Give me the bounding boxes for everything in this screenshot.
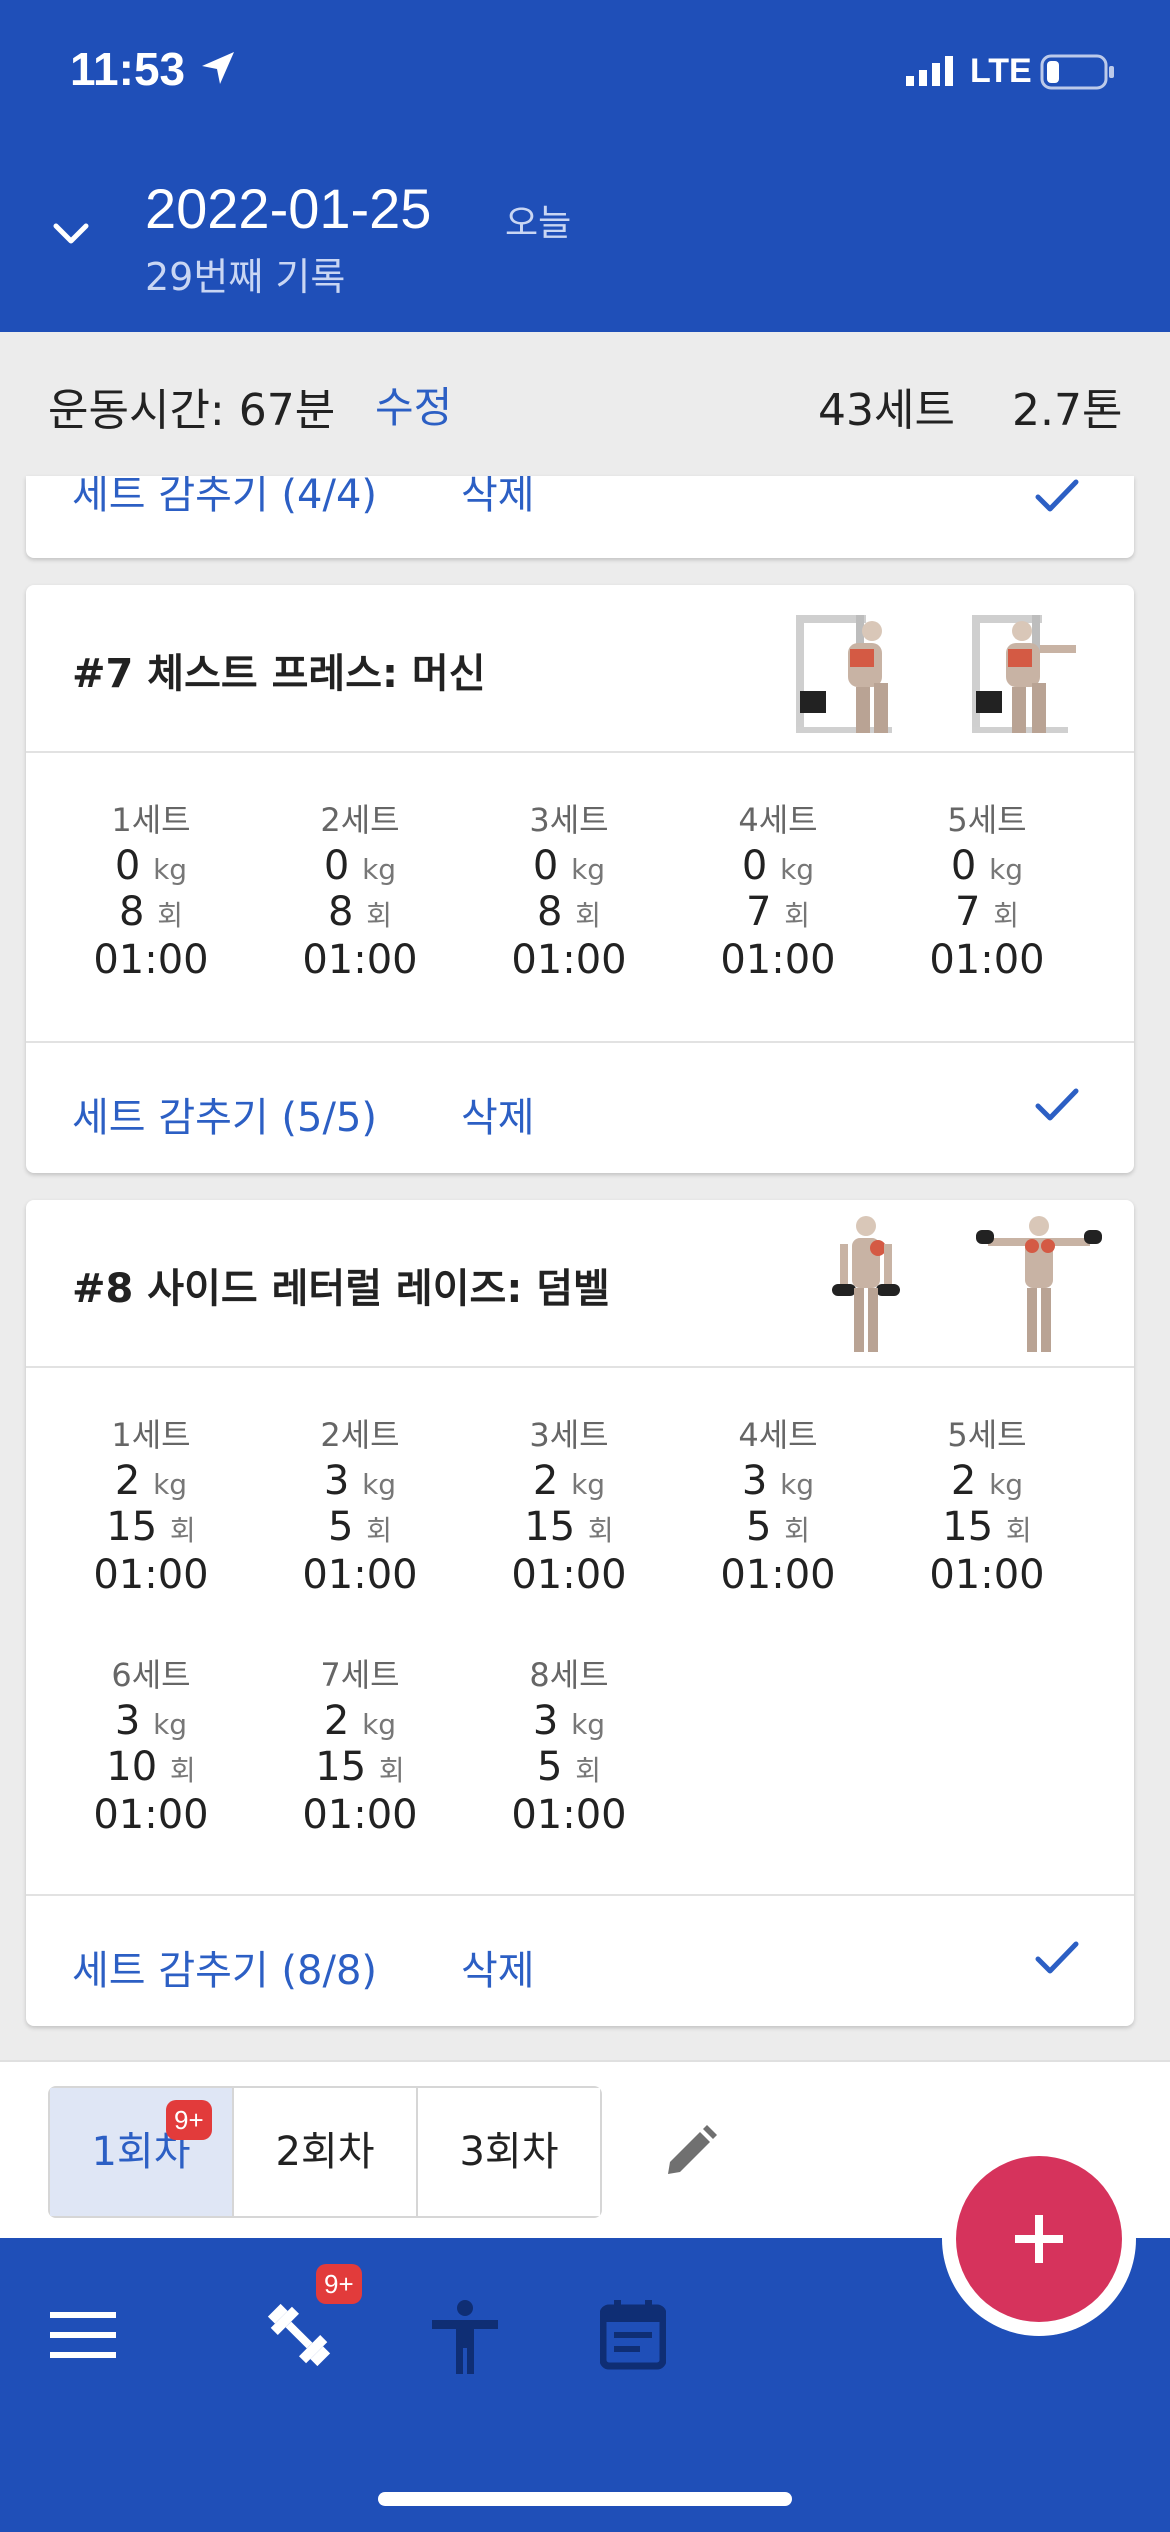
dumbbell-icon[interactable] bbox=[260, 2296, 338, 2374]
exercise-card-6: 세트 감추기 (4/4) 삭제 bbox=[26, 476, 1134, 558]
session-tab-3[interactable]: 3회차 bbox=[418, 2088, 600, 2216]
plus-icon bbox=[1015, 2215, 1063, 2263]
card-footer: 세트 감추기 (8/8) 삭제 bbox=[26, 1894, 1134, 2026]
edit-duration-button[interactable]: 수정 bbox=[375, 374, 452, 435]
check-icon[interactable] bbox=[1034, 1085, 1080, 1125]
status-time: 11:53 bbox=[70, 43, 186, 95]
card-header[interactable]: #7 체스트 프레스: 머신 bbox=[26, 585, 1134, 753]
set-cell[interactable]: 5세트 0 kg 7 회 01:00 bbox=[882, 797, 1092, 985]
status-bar: 11:53 LTE bbox=[0, 0, 1170, 150]
set-cell[interactable]: 3세트 2 kg 15 회 01:00 bbox=[464, 1412, 674, 1600]
total-sets: 43세트 bbox=[818, 385, 955, 436]
card-header[interactable]: #8 사이드 레터럴 레이즈: 덤벨 bbox=[26, 1200, 1134, 1368]
set-cell[interactable]: 5세트 2 kg 15 회 01:00 bbox=[882, 1412, 1092, 1600]
calendar-icon[interactable] bbox=[600, 2298, 666, 2370]
session-tab-1[interactable]: 1회차 9+ bbox=[50, 2088, 234, 2216]
set-cell[interactable]: 7세트 2 kg 15 회 01:00 bbox=[255, 1652, 465, 1840]
set-cell[interactable]: 1세트 2 kg 15 회 01:00 bbox=[46, 1412, 256, 1600]
exercise-thumbnail-start bbox=[832, 1216, 900, 1352]
hide-sets-button[interactable]: 세트 감추기 (5/5) bbox=[72, 1085, 377, 1143]
nav-badge: 9+ bbox=[316, 2264, 362, 2304]
exercise-card-8: #8 사이드 레터럴 레이즈: 덤벨 1세트 2 kg 15 회 01:00 2… bbox=[26, 1200, 1134, 2026]
record-count: 29번째 기록 bbox=[145, 255, 346, 299]
exercise-title: #7 체스트 프레스: 머신 bbox=[72, 651, 486, 697]
exercise-card-7: #7 체스트 프레스: 머신 1세트 0 kg 8 회 01:00 2세트 0 … bbox=[26, 585, 1134, 1173]
session-tabs: 1회차 9+ 2회차 3회차 bbox=[48, 2086, 602, 2218]
person-icon[interactable] bbox=[432, 2300, 498, 2374]
pencil-icon[interactable] bbox=[660, 2122, 720, 2182]
session-tab-2[interactable]: 2회차 bbox=[234, 2088, 418, 2216]
set-cell[interactable]: 8세트 3 kg 5 회 01:00 bbox=[464, 1652, 674, 1840]
battery-icon bbox=[1040, 54, 1114, 90]
workout-duration: 운동시간: 67분 bbox=[48, 385, 336, 436]
set-cell[interactable]: 2세트 3 kg 5 회 01:00 bbox=[255, 1412, 465, 1600]
network-type: LTE bbox=[970, 52, 1032, 90]
exercise-title: #8 사이드 레터럴 레이즈: 덤벨 bbox=[72, 1266, 610, 1312]
hide-sets-button[interactable]: 세트 감추기 (8/8) bbox=[72, 1938, 377, 1996]
session-badge: 9+ bbox=[166, 2100, 212, 2140]
set-cell[interactable]: 1세트 0 kg 8 회 01:00 bbox=[46, 797, 256, 985]
delete-button[interactable]: 삭제 bbox=[461, 476, 535, 520]
location-arrow-icon bbox=[202, 52, 234, 84]
set-cell[interactable]: 4세트 3 kg 5 회 01:00 bbox=[673, 1412, 883, 1600]
chevron-down-icon[interactable] bbox=[48, 210, 94, 256]
set-cell[interactable]: 3세트 0 kg 8 회 01:00 bbox=[464, 797, 674, 985]
check-icon[interactable] bbox=[1034, 476, 1080, 516]
app-header: 2022-01-25 오늘 29번째 기록 bbox=[0, 150, 1170, 332]
delete-button[interactable]: 삭제 bbox=[461, 1938, 535, 1996]
set-cell[interactable]: 2세트 0 kg 8 회 01:00 bbox=[255, 797, 465, 985]
add-exercise-button[interactable] bbox=[956, 2156, 1122, 2322]
set-cell[interactable]: 6세트 3 kg 10 회 01:00 bbox=[46, 1652, 256, 1840]
workout-summary: 운동시간: 67분 수정 43세트 2.7톤 bbox=[0, 332, 1170, 476]
exercise-thumbnail-end bbox=[976, 1216, 1102, 1352]
total-volume: 2.7톤 bbox=[1012, 385, 1123, 436]
exercise-thumbnail-start bbox=[796, 615, 892, 733]
menu-icon[interactable] bbox=[50, 2310, 116, 2360]
home-indicator bbox=[378, 2492, 792, 2506]
delete-button[interactable]: 삭제 bbox=[461, 1085, 535, 1143]
card-footer: 세트 감추기 (5/5) 삭제 bbox=[26, 1041, 1134, 1173]
signal-icon bbox=[906, 56, 953, 86]
exercise-thumbnail-end bbox=[972, 615, 1076, 733]
today-label: 오늘 bbox=[505, 203, 572, 244]
header-date: 2022-01-25 bbox=[145, 177, 432, 240]
check-icon[interactable] bbox=[1034, 1938, 1080, 1978]
set-cell[interactable]: 4세트 0 kg 7 회 01:00 bbox=[673, 797, 883, 985]
hide-sets-button[interactable]: 세트 감추기 (4/4) bbox=[72, 476, 377, 520]
